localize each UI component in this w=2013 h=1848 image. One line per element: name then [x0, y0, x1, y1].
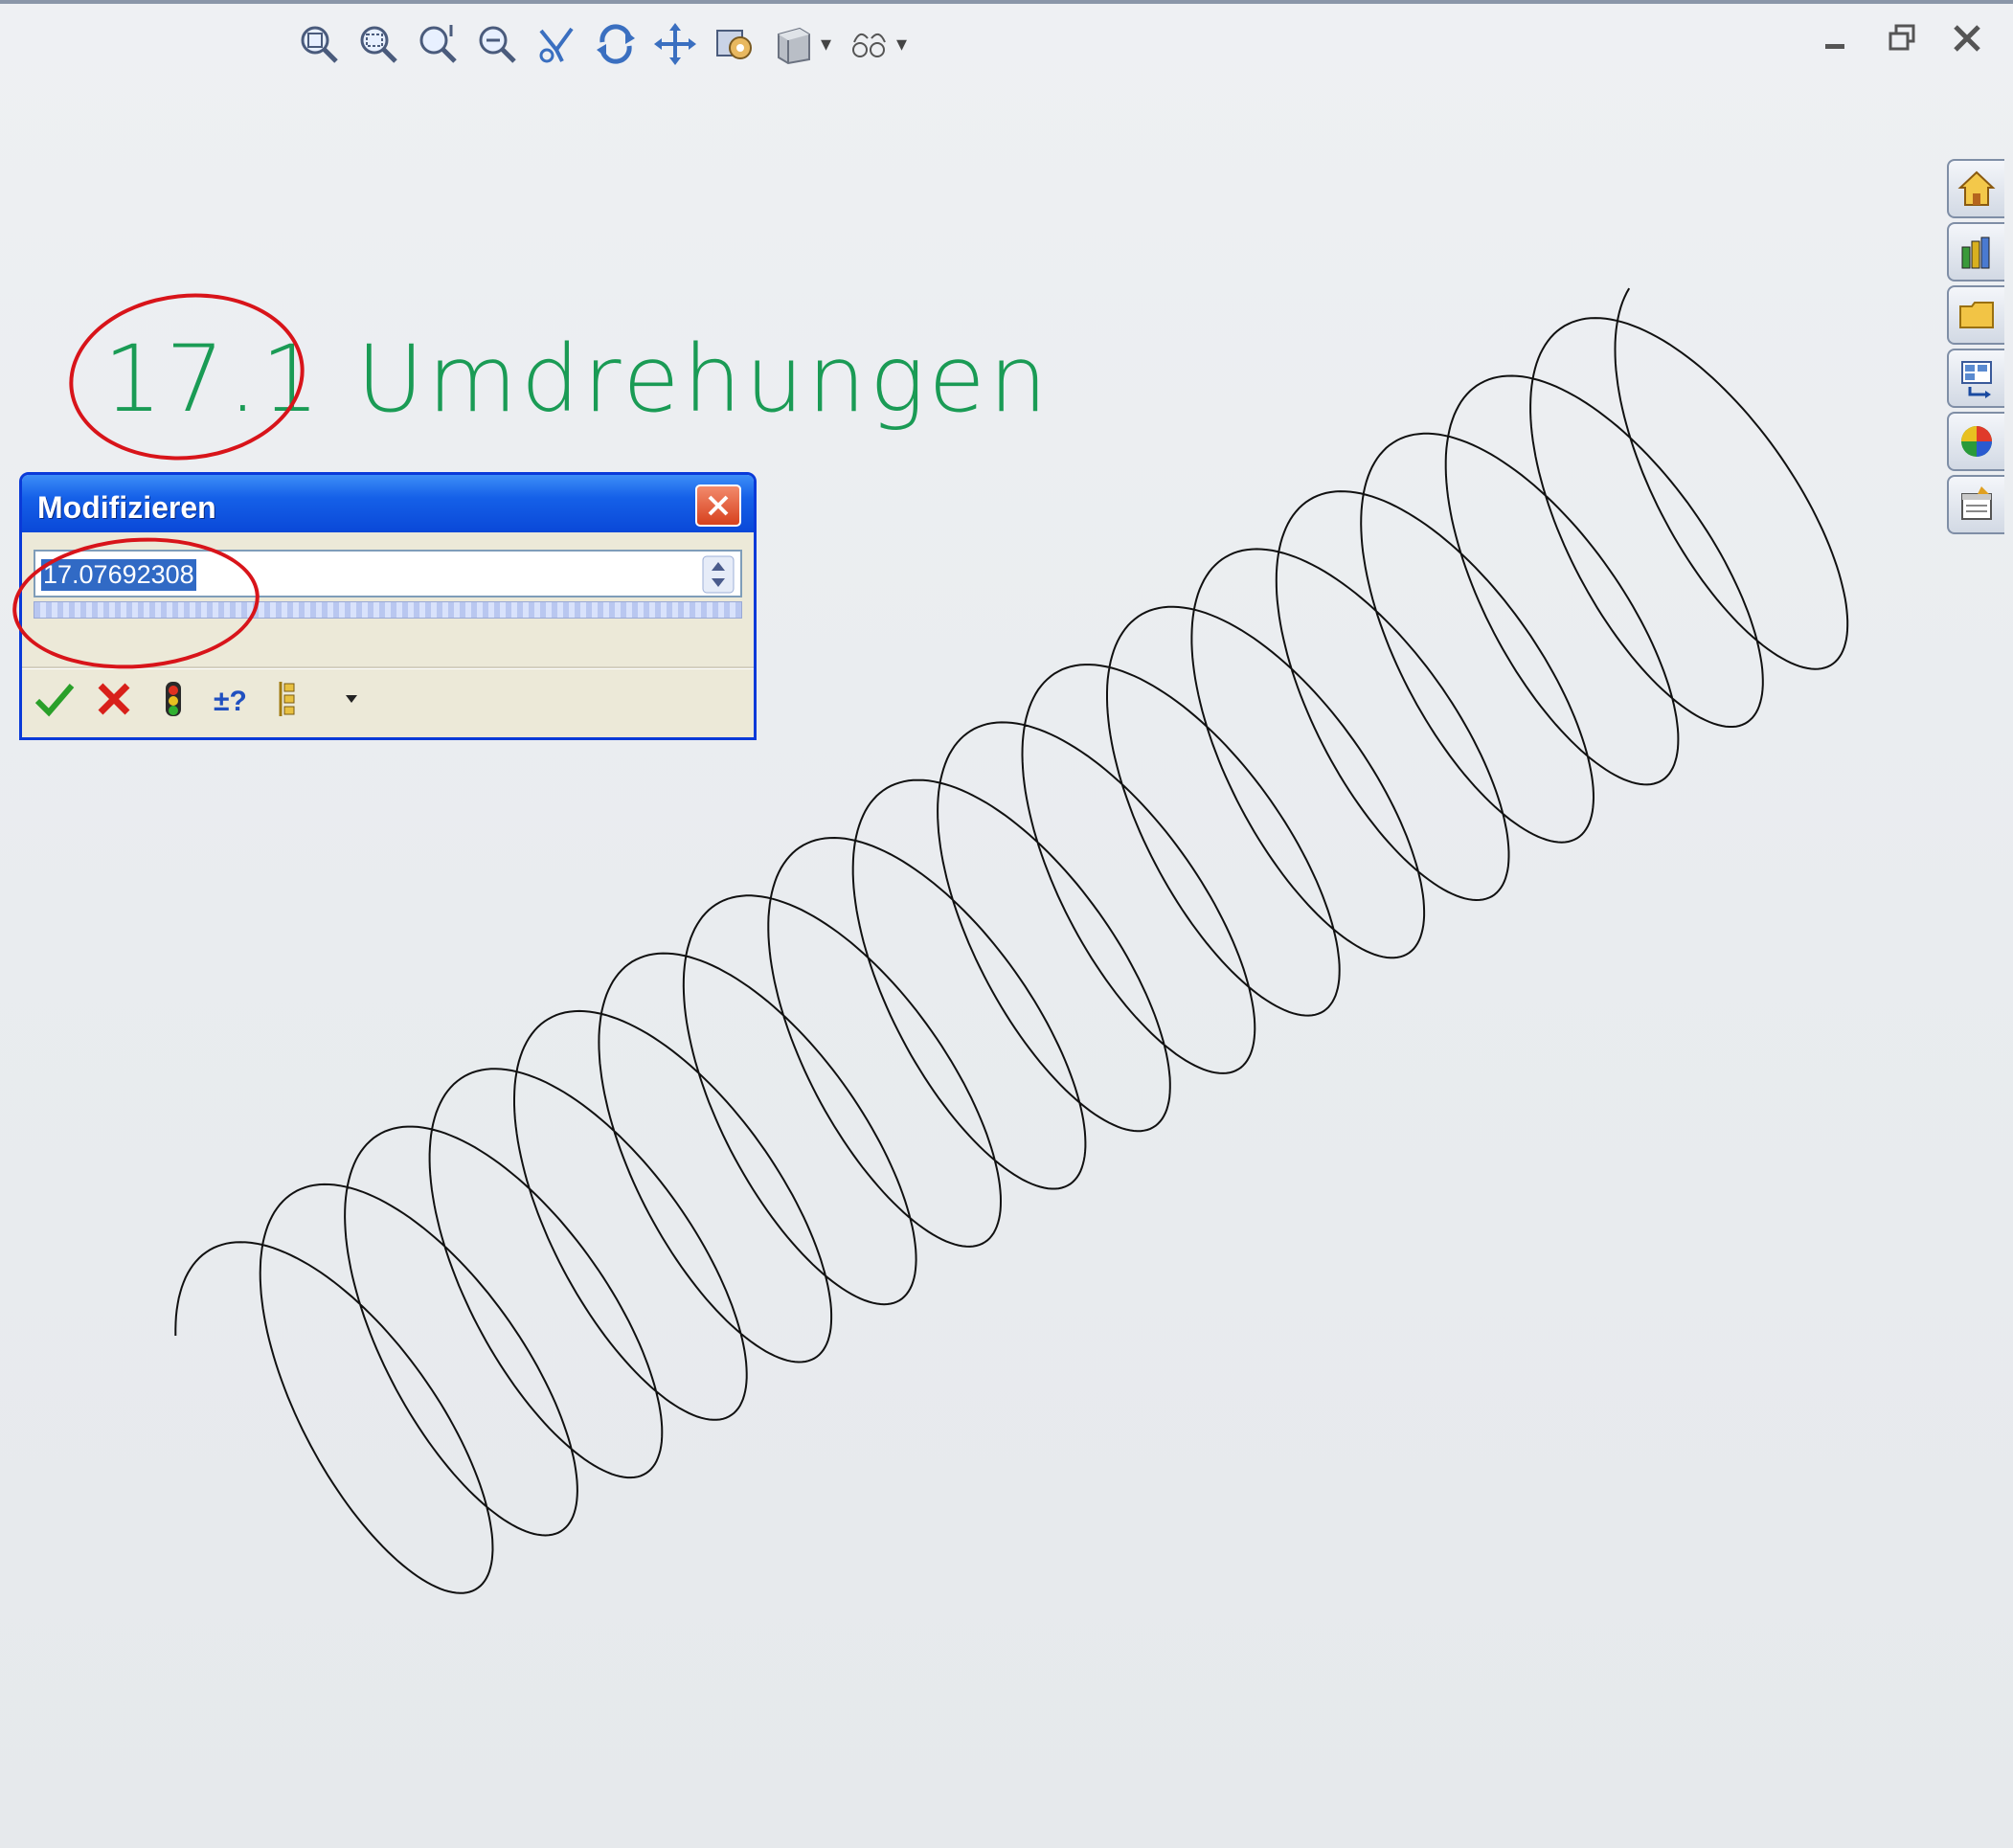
close-icon [708, 495, 729, 516]
dialog-titlebar[interactable]: Modifizieren [22, 475, 754, 532]
view-toolbar: ▾ ▾ [292, 13, 913, 75]
minimize-icon[interactable] [1818, 19, 1856, 57]
more-options-dropdown-icon[interactable] [330, 678, 373, 720]
spin-buttons-icon[interactable] [702, 555, 735, 594]
rotate-view-icon[interactable] [530, 17, 583, 71]
cancel-x-icon[interactable] [93, 678, 135, 720]
ok-checkmark-icon[interactable] [34, 678, 76, 720]
pan-icon[interactable] [648, 17, 702, 71]
dialog-close-button[interactable] [695, 485, 741, 527]
close-icon[interactable] [1948, 19, 1986, 57]
zoom-to-fit-icon[interactable] [292, 17, 346, 71]
reverse-sense-icon[interactable]: ±? [212, 678, 254, 720]
custom-properties-icon[interactable] [1947, 475, 2004, 534]
revolutions-word: Umdrehungen [356, 326, 1052, 433]
dialog-actions: ±? [34, 678, 373, 720]
view-palette-icon[interactable] [1947, 349, 2004, 408]
hide-show-icon[interactable] [843, 17, 896, 71]
restore-icon[interactable] [1883, 19, 1921, 57]
display-style-icon[interactable] [767, 17, 821, 71]
view-orientation-icon[interactable] [708, 17, 761, 71]
rebuild-traffic-light-icon[interactable] [152, 678, 194, 720]
solidworks-resources-icon[interactable] [1947, 159, 2004, 218]
file-explorer-icon[interactable] [1947, 285, 2004, 345]
display-style-dropdown-icon[interactable]: ▾ [821, 32, 831, 56]
appearances-icon[interactable] [1947, 412, 2004, 471]
dialog-title: Modifizieren [37, 490, 216, 525]
zoom-to-area-icon[interactable] [351, 17, 405, 71]
window-controls [1818, 19, 1986, 57]
hide-show-dropdown-icon[interactable]: ▾ [896, 32, 907, 56]
graphics-area[interactable]: ▾ ▾ 17.1 Umdrehungen Modifizieren 17.076… [0, 0, 2013, 1848]
svg-text:±?: ±? [214, 686, 247, 717]
helix-curve[interactable] [0, 0, 2013, 1848]
rotate-icon[interactable] [589, 17, 643, 71]
task-pane-tabs [1947, 159, 2006, 538]
design-library-icon[interactable] [1947, 222, 2004, 282]
zoom-to-selection-icon[interactable] [470, 17, 524, 71]
zoom-in-out-icon[interactable] [411, 17, 464, 71]
mark-dimension-icon[interactable] [271, 678, 313, 720]
